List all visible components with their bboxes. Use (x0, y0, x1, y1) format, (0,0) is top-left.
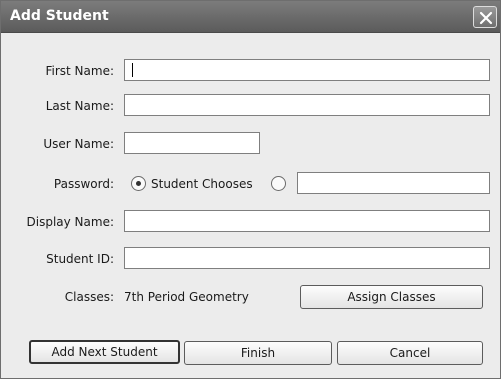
classes-label: Classes: (64, 290, 114, 304)
password-radio-custom[interactable] (271, 176, 286, 191)
first-name-label: First Name: (45, 64, 114, 78)
assign-classes-button[interactable]: Assign Classes (300, 285, 483, 309)
last-name-label: Last Name: (45, 99, 114, 113)
display-name-input[interactable] (124, 210, 490, 232)
dialog-title: Add Student (10, 8, 109, 24)
password-custom-input[interactable] (297, 172, 490, 194)
add-student-dialog: Add Student First Name: Last Name: User … (0, 0, 501, 379)
student-id-input[interactable] (124, 247, 490, 269)
user-name-label: User Name: (43, 137, 114, 151)
radio-selected-dot (136, 181, 141, 186)
finish-button[interactable]: Finish (184, 341, 332, 365)
title-bar: Add Student (1, 1, 500, 33)
user-name-input[interactable] (124, 132, 260, 154)
student-id-label: Student ID: (46, 252, 114, 266)
close-button[interactable] (473, 6, 497, 28)
cancel-button[interactable]: Cancel (337, 341, 483, 365)
last-name-input[interactable] (124, 94, 490, 116)
text-caret (132, 63, 133, 77)
display-name-label: Display Name: (26, 215, 115, 229)
password-option-student-chooses-label[interactable]: Student Chooses (151, 177, 253, 191)
first-name-input[interactable] (124, 59, 490, 81)
password-radio-student-chooses[interactable] (131, 176, 146, 191)
close-icon (479, 11, 493, 25)
password-label: Password: (53, 177, 114, 191)
add-next-student-button[interactable]: Add Next Student (29, 340, 180, 364)
classes-value: 7th Period Geometry (124, 290, 249, 304)
